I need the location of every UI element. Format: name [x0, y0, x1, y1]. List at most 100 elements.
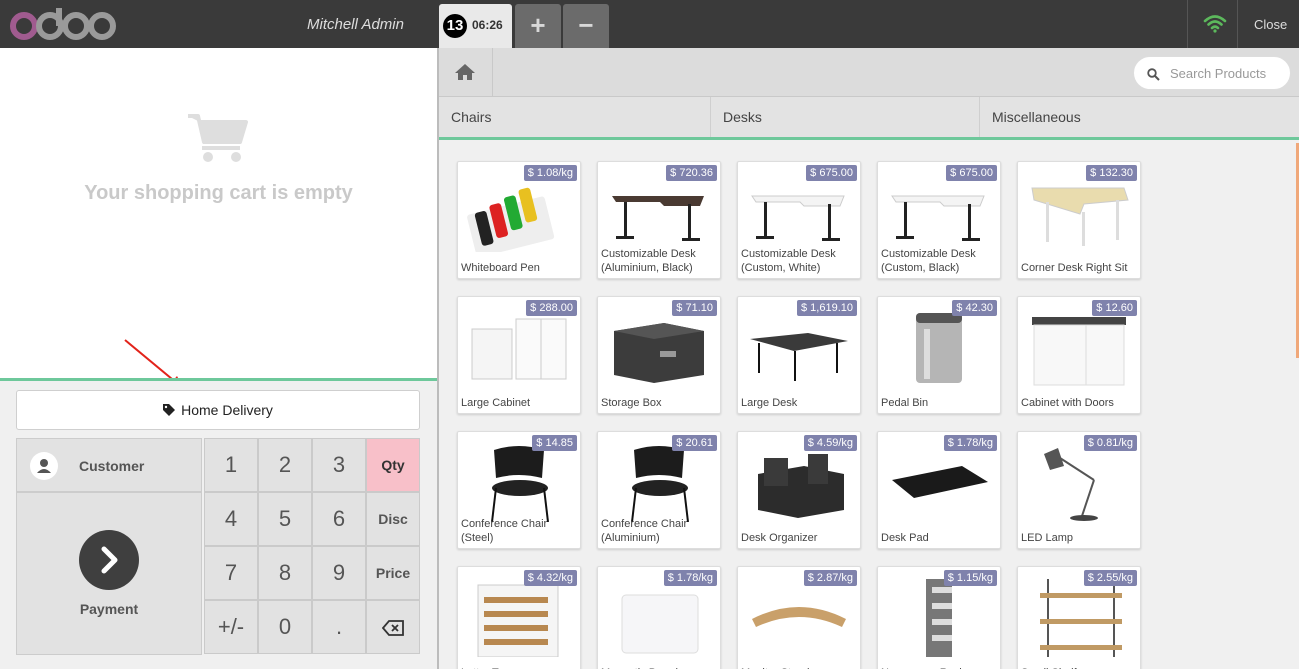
letter-tray-icon: [477, 584, 559, 657]
numpad-key-3[interactable]: 3: [312, 438, 366, 492]
product-card[interactable]: $ 1.78/kgMagnetic Board: [597, 566, 721, 669]
product-price-tag: $ 71.10: [672, 300, 717, 316]
order-pane: Your shopping cart is empty Home Deliver…: [0, 48, 437, 669]
product-name: Corner Desk Right Sit: [1021, 262, 1128, 274]
large-desk-icon: [750, 333, 848, 381]
product-card[interactable]: $ 288.00 Large Cabinet: [457, 296, 581, 414]
cabinet-white-icon: [471, 318, 567, 380]
lamp-icon: [1044, 448, 1098, 521]
control-pane: Home Delivery Customer Payment 1 2 3 Qty…: [0, 378, 437, 669]
qty-mode-button[interactable]: Qty: [366, 438, 420, 492]
top-header: Mitchell Admin 13 06:26 + − Close: [0, 0, 1299, 48]
product-name: Pedal Bin: [881, 397, 929, 409]
product-topbar: [439, 48, 1299, 97]
product-name: Large Cabinet: [461, 397, 531, 409]
product-price-tag: $ 20.61: [672, 435, 717, 451]
product-name: Conference Chair (Aluminium): [601, 518, 688, 544]
avatar: [30, 452, 58, 480]
product-price-tag: $ 1.78/kg: [943, 435, 997, 451]
product-card[interactable]: $ 71.10 Storage Box: [597, 296, 721, 414]
board-icon: [621, 594, 699, 654]
product-card[interactable]: $ 12.60 Cabinet with Doors: [1017, 296, 1141, 414]
numpad-key-7[interactable]: 7: [204, 546, 258, 600]
remove-order-button[interactable]: −: [563, 4, 609, 48]
product-price-tag: $ 2.55/kg: [1083, 570, 1137, 586]
product-card[interactable]: $ 0.81/kg LED Lamp: [1017, 431, 1141, 549]
header-divider: [1237, 0, 1238, 48]
category-bar: Chairs Desks Miscellaneous: [439, 97, 1299, 140]
monitor-stand-icon: [752, 607, 846, 627]
product-card[interactable]: $ 2.55/kgSmall Shelf: [1017, 566, 1141, 669]
desk-white-icon: [751, 195, 845, 241]
numpad-key-9[interactable]: 9: [312, 546, 366, 600]
cashier-name[interactable]: Mitchell Admin: [307, 16, 404, 33]
product-price-tag: $ 4.32/kg: [523, 570, 577, 586]
numpad-key-dot[interactable]: .: [312, 600, 366, 654]
pens-icon: [467, 187, 555, 252]
cabinet-doors-icon: [1032, 317, 1126, 386]
backspace-button[interactable]: [366, 600, 420, 654]
price-mode-button[interactable]: Price: [366, 546, 420, 600]
product-card[interactable]: $ 675.00 Customizable Desk (Custom, White…: [737, 161, 861, 279]
product-card[interactable]: $ 14.85 Conference Chair (Steel): [457, 431, 581, 549]
product-grid: $ 1.08/kg Whiteboard Pen $ 720.36 Customiza…: [439, 143, 1299, 669]
product-card[interactable]: $ 675.00 Customizable Desk (Custom, Black…: [877, 161, 1001, 279]
product-card[interactable]: $ 1.78/kg Desk Pad: [877, 431, 1001, 549]
product-card[interactable]: $ 20.61 Conference Chair (Aluminium): [597, 431, 721, 549]
desk-corner-icon: [1031, 187, 1129, 246]
numpad-key-8[interactable]: 8: [258, 546, 312, 600]
add-order-button[interactable]: +: [515, 4, 561, 48]
product-card[interactable]: $ 1,619.10 Large Desk: [737, 296, 861, 414]
product-card[interactable]: $ 4.32/kgLetter Tray: [457, 566, 581, 669]
home-icon: [455, 64, 475, 80]
search-box: [1133, 56, 1291, 90]
product-price-tag: $ 1.15/kg: [943, 570, 997, 586]
home-delivery-label: Home Delivery: [181, 402, 273, 418]
product-price-tag: $ 288.00: [526, 300, 577, 316]
product-name: Customizable Desk (Aluminium, Black): [601, 248, 696, 274]
numpad-key-0[interactable]: 0: [258, 600, 312, 654]
product-card[interactable]: $ 4.59/kg Desk Organizer: [737, 431, 861, 549]
customer-button[interactable]: Customer: [16, 438, 202, 492]
product-name: Conference Chair (Steel): [461, 518, 548, 544]
category-desks[interactable]: Desks: [711, 97, 980, 137]
product-card[interactable]: $ 132.30 Corner Desk Right Sit: [1017, 161, 1141, 279]
order-tab-active[interactable]: 13 06:26: [439, 4, 512, 48]
numpad-key-1[interactable]: 1: [204, 438, 258, 492]
home-delivery-button[interactable]: Home Delivery: [16, 390, 420, 430]
numpad-key-5[interactable]: 5: [258, 492, 312, 546]
category-miscellaneous[interactable]: Miscellaneous: [980, 97, 1299, 137]
close-button[interactable]: Close: [1254, 17, 1287, 32]
backspace-icon: [381, 620, 404, 636]
product-price-tag: $ 1,619.10: [797, 300, 857, 316]
product-name: Cabinet with Doors: [1021, 397, 1114, 409]
product-name: Large Desk: [741, 397, 798, 409]
product-price-tag: $ 0.81/kg: [1083, 435, 1137, 451]
product-card[interactable]: $ 1.08/kg Whiteboard Pen: [457, 161, 581, 279]
home-category-button[interactable]: [439, 48, 493, 97]
product-price-tag: $ 132.30: [1086, 165, 1137, 181]
desk-dark-icon: [612, 196, 704, 241]
numpad-key-2[interactable]: 2: [258, 438, 312, 492]
shopping-cart-icon: [188, 114, 248, 162]
product-price-tag: $ 14.85: [532, 435, 577, 451]
numpad-key-6[interactable]: 6: [312, 492, 366, 546]
payment-button[interactable]: Payment: [16, 492, 202, 655]
product-price-tag: $ 675.00: [806, 165, 857, 181]
tag-icon: [163, 404, 176, 416]
category-chairs[interactable]: Chairs: [439, 97, 711, 137]
search-input[interactable]: [1170, 58, 1286, 88]
numpad-key-plus-minus[interactable]: +/-: [204, 600, 258, 654]
wifi-icon[interactable]: [1203, 13, 1227, 33]
disc-mode-button[interactable]: Disc: [366, 492, 420, 546]
order-time: 06:26: [472, 18, 503, 32]
payment-label: Payment: [79, 601, 139, 617]
numpad: 1 2 3 Qty 4 5 6 Disc 7 8 9 Price +/- 0 .: [204, 438, 420, 655]
product-card[interactable]: $ 42.30 Pedal Bin: [877, 296, 1001, 414]
product-card[interactable]: $ 1.15/kgNewspaper Rack: [877, 566, 1001, 669]
product-name: Desk Pad: [881, 532, 929, 544]
numpad-key-4[interactable]: 4: [204, 492, 258, 546]
product-card[interactable]: $ 720.36 Customizable Desk (Aluminium, Bl…: [597, 161, 721, 279]
product-name: Customizable Desk (Custom, Black): [881, 248, 976, 274]
product-card[interactable]: $ 2.87/kgMonitor Stand: [737, 566, 861, 669]
